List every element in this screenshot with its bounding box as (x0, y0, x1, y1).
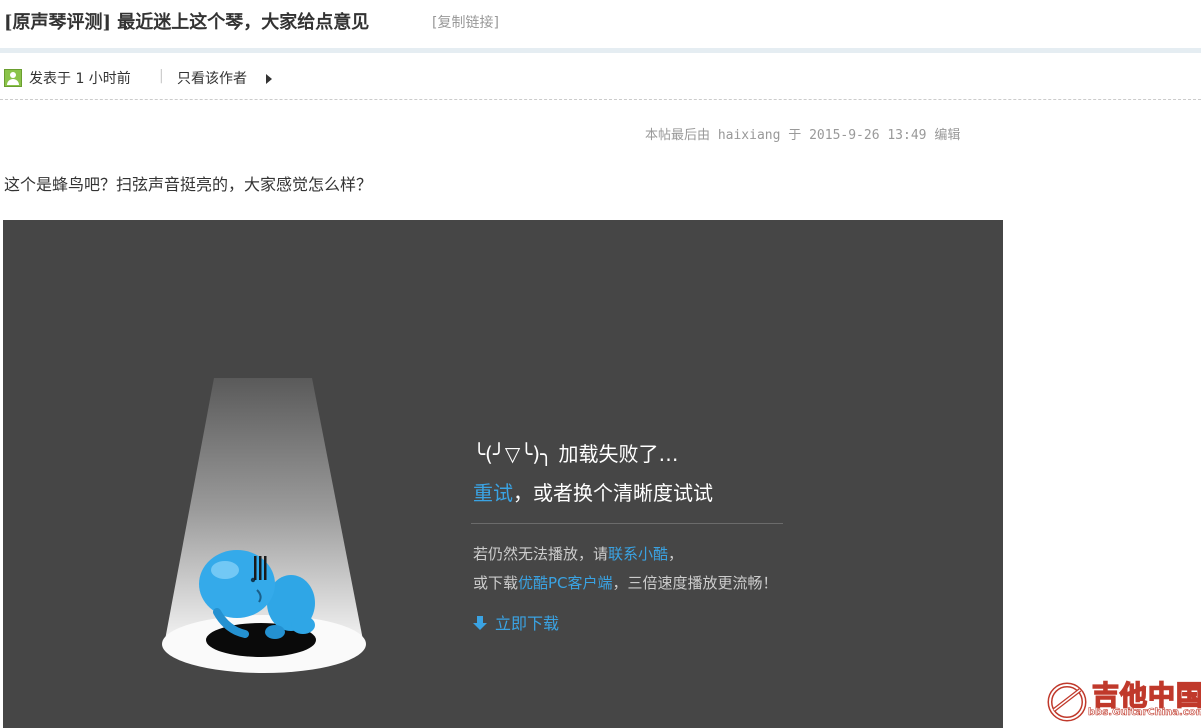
meta-separator: | (159, 68, 164, 84)
copy-link-button[interactable]: [复制链接] (432, 12, 499, 32)
error-title: ╰(╯▽╰)╮ 加载失败了… (473, 442, 679, 466)
spotlight-mascot-illustration (162, 378, 366, 673)
meta-divider (0, 99, 1201, 100)
header-divider (0, 48, 1201, 53)
download-now-button[interactable]: 立即下载 (473, 610, 559, 634)
thread-header: [原声琴评测] 最近迷上这个琴，大家给点意见 [复制链接] (0, 0, 1201, 48)
hint2-suffix: ，三倍速度播放更流畅！ (612, 574, 778, 592)
video-player[interactable]: ╰(╯▽╰)╮ 加载失败了… 重试，或者换个清晰度试试 若仍然无法播放，请联系小… (3, 220, 1003, 728)
edit-note: 本帖最后由 haixiang 于 2015-9-26 13:49 编辑 (645, 128, 961, 143)
thread-title: [原声琴评测] 最近迷上这个琴，大家给点意见 (4, 12, 370, 33)
post-meta: 发表于 1 小时前 | 只看该作者 (0, 64, 1201, 92)
posted-time: 发表于 1 小时前 (29, 71, 131, 87)
site-watermark: 吉他中国 bbs.GuitarChina.com (1046, 676, 1201, 726)
guitar-logo-icon (1047, 682, 1087, 722)
hint1-suffix: ， (668, 545, 684, 563)
download-icon (473, 616, 487, 630)
post-body-text: 这个是蜂鸟吧？扫弦声音挺亮的，大家感觉怎么样？ (4, 175, 373, 194)
error-divider (471, 523, 783, 524)
error-hint-1: 若仍然无法播放，请联系小酷， (473, 543, 683, 564)
pc-client-link[interactable]: 优酷PC客户端 (518, 574, 613, 592)
hint1-prefix: 若仍然无法播放，请 (473, 545, 609, 563)
triangle-right-icon[interactable] (266, 74, 272, 84)
contact-support-link[interactable]: 联系小酷 (608, 545, 668, 563)
retry-suffix: ，或者换个清晰度试试 (513, 481, 713, 505)
retry-link[interactable]: 重试 (473, 481, 513, 505)
hint2-prefix: 或下载 (473, 574, 519, 592)
download-label: 立即下载 (495, 614, 560, 633)
error-hint-2: 或下载优酷PC客户端，三倍速度播放更流畅！ (473, 572, 778, 593)
author-only-link[interactable]: 只看该作者 (177, 68, 247, 88)
error-retry-line: 重试，或者换个清晰度试试 (473, 477, 713, 506)
user-online-icon (4, 69, 22, 87)
watermark-url: bbs.GuitarChina.com (1088, 707, 1201, 719)
